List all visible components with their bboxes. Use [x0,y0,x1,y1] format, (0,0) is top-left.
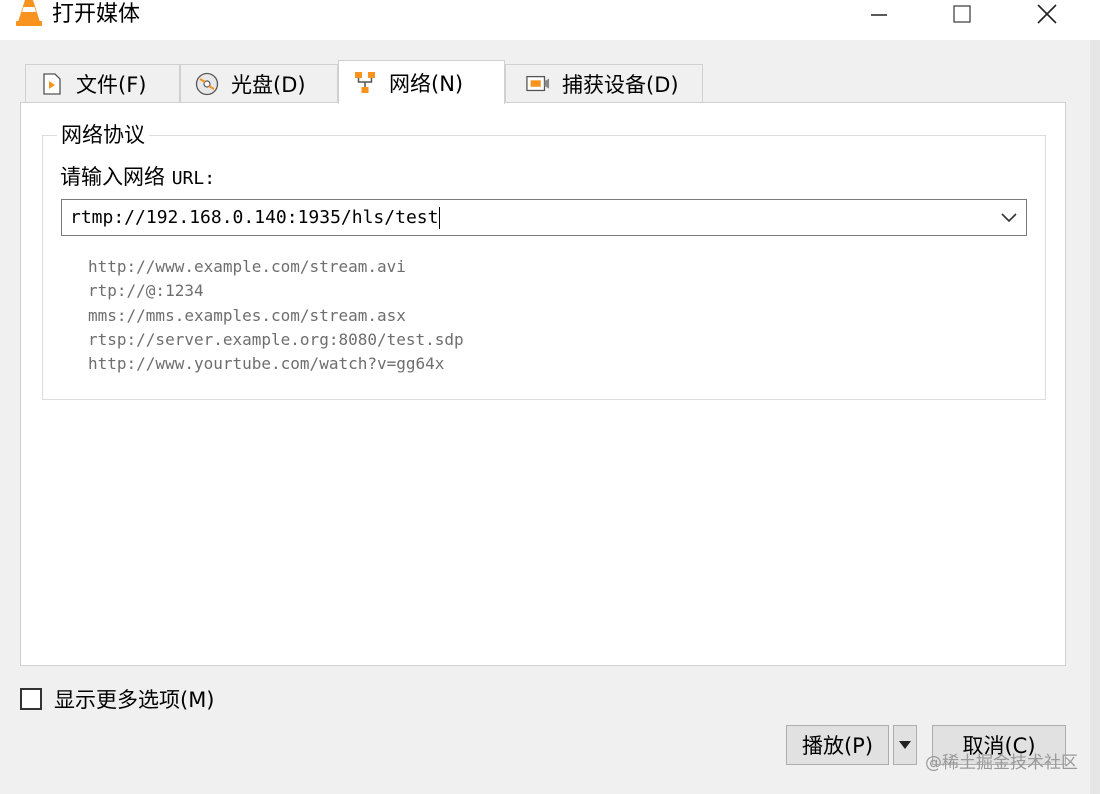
example-url: http://www.example.com/stream.avi [88,257,406,276]
tab-file[interactable]: 文件(F) [25,64,180,102]
text-caret [439,206,441,229]
play-button[interactable]: 播放(P) [786,725,889,765]
network-url-value: rtmp://192.168.0.140:1935/hls/test [70,206,439,228]
maximize-button[interactable] [937,0,987,30]
tab-capture-device-label: 捕获设备(D) [562,72,679,97]
tab-disc[interactable]: 光盘(D) [180,64,338,102]
network-icon [353,71,377,95]
show-more-options-checkbox[interactable] [20,688,42,710]
watermark: @稀土掘金技术社区 [925,753,1078,773]
example-url: mms://mms.examples.com/stream.asx [88,305,406,325]
example-url: rtp://@:1234 [88,281,204,301]
vlc-cone-icon [16,0,42,26]
maximize-icon [953,5,971,23]
example-url: rtsp://server.example.org:8080/test.sdp [88,329,464,349]
background-window-edge [1090,40,1100,794]
network-tab-panel: 网络协议 请输入网络 URL: rtmp://192.168.0.140:193… [20,102,1066,666]
example-url: http://www.yourtube.com/watch?v=gg64x [88,354,445,374]
tab-disc-label: 光盘(D) [231,72,306,97]
network-url-input[interactable]: rtmp://192.168.0.140:1935/hls/test [62,206,992,229]
network-protocol-title: 网络协议 [57,119,149,149]
capture-device-icon [526,72,550,96]
play-options-dropdown[interactable] [893,725,917,765]
chevron-down-icon [1001,212,1017,222]
file-play-icon [40,72,64,96]
tab-network[interactable]: 网络(N) [338,60,505,104]
caret-down-icon [899,741,911,749]
tab-network-label: 网络(N) [389,71,464,96]
show-more-options[interactable]: 显示更多选项(M) [20,684,215,714]
url-dropdown-button[interactable] [992,200,1026,235]
tab-capture-device[interactable]: 捕获设备(D) [505,64,703,102]
network-url-combobox[interactable]: rtmp://192.168.0.140:1935/hls/test [61,199,1027,236]
window-title: 打开媒体 [52,2,141,27]
show-more-options-label: 显示更多选项(M) [54,688,215,712]
open-media-dialog: 打开媒体 文件(F) 光盘(D) 网络(N) 捕获设备(D) 网络协议 请输入网… [0,0,1100,794]
play-button-label: 播放(P) [801,734,874,758]
url-label-suffix: URL: [171,168,216,189]
url-label: 请输入网络 URL: [60,161,215,191]
title-bar: 打开媒体 [0,0,1100,40]
close-button[interactable] [1022,0,1072,30]
close-icon [1037,4,1057,24]
disc-icon [195,72,219,96]
minimize-button[interactable] [854,0,904,30]
minimize-icon [871,14,887,16]
url-examples: http://www.example.com/stream.avi rtp://@… [88,255,464,376]
tab-file-label: 文件(F) [76,72,147,97]
url-label-text: 请输入网络 [60,165,165,189]
